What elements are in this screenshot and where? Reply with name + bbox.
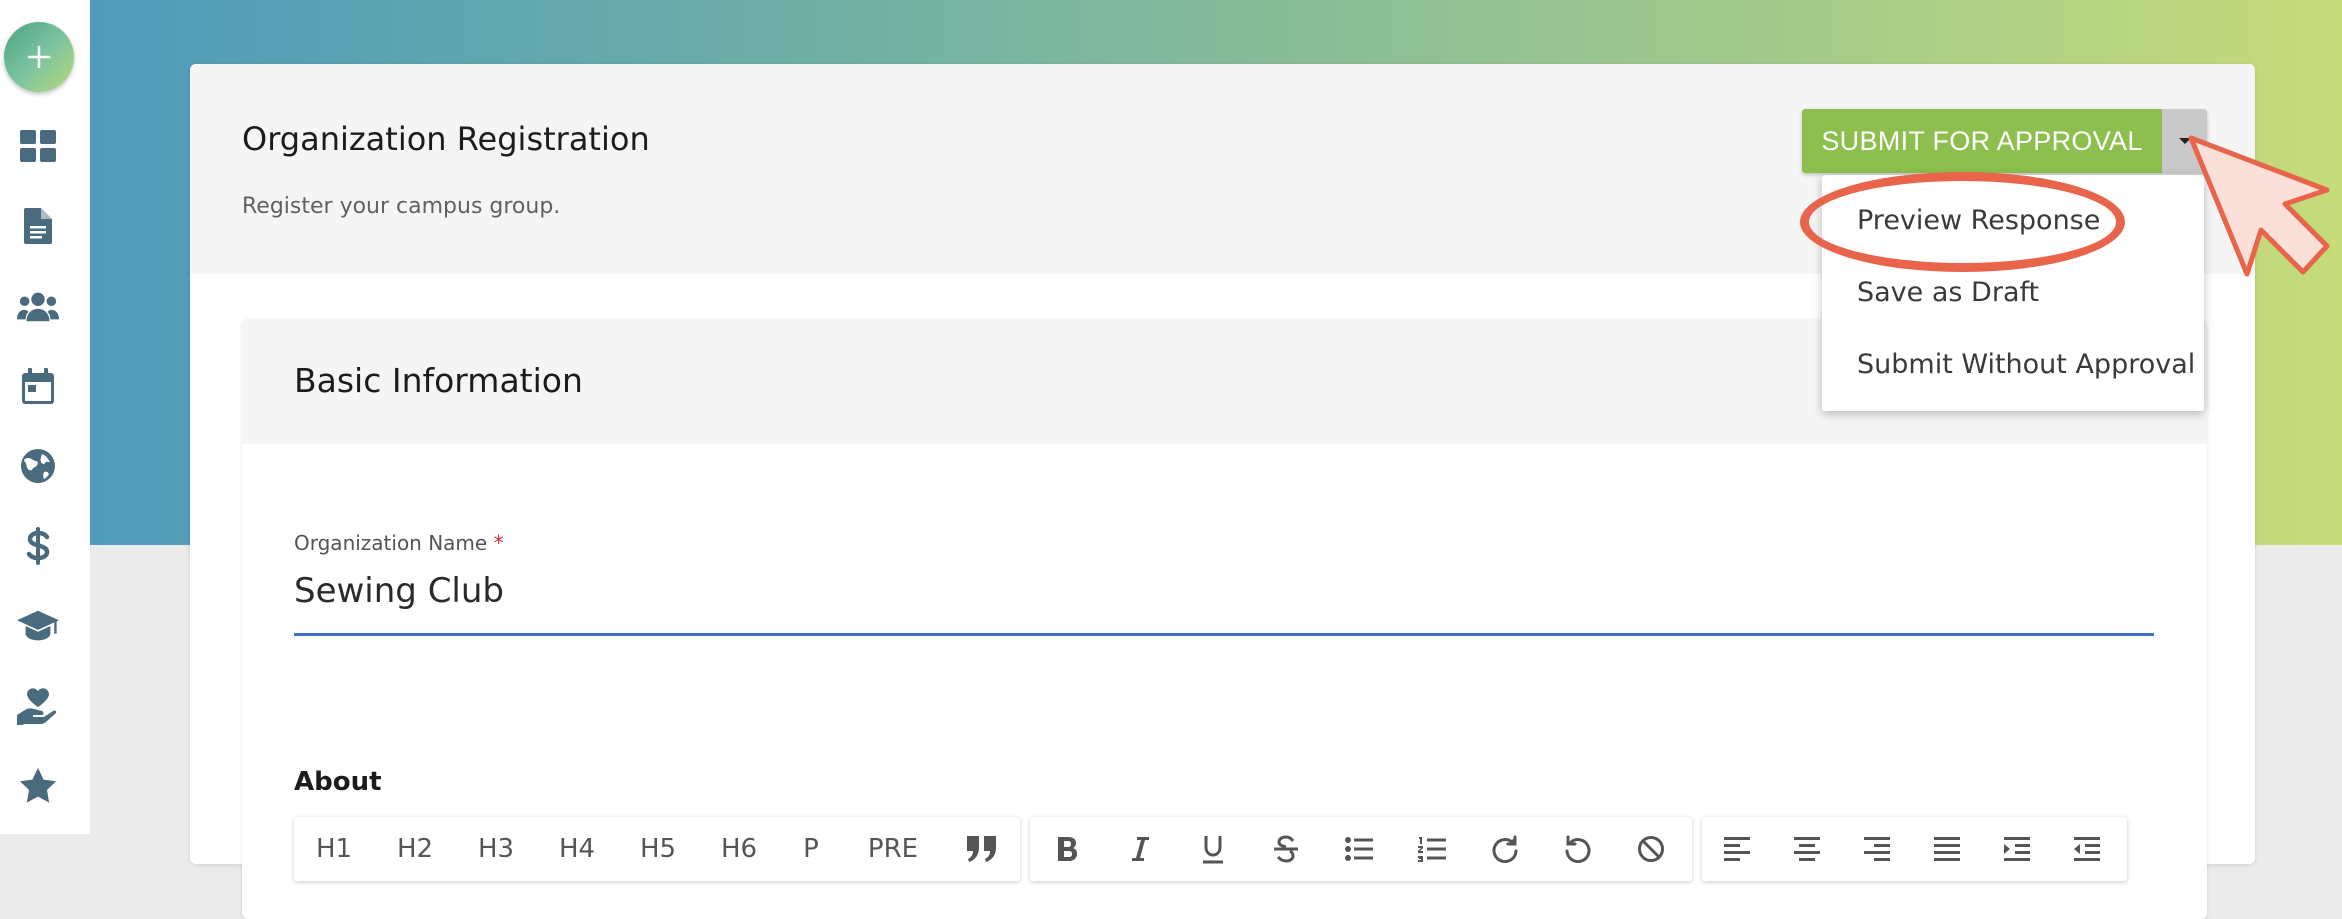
sidebar-item-dashboard[interactable] [17, 125, 59, 167]
page-subtitle: Register your campus group. [242, 194, 561, 219]
toolbar-p[interactable]: P [780, 817, 842, 881]
undo-icon [1565, 835, 1590, 863]
indent-icon [2004, 837, 2030, 861]
organization-name-input[interactable]: Sewing Club [294, 571, 504, 611]
toolbar-bullet-list-button[interactable] [1322, 817, 1395, 881]
bullet-list-icon [1344, 837, 1373, 861]
toolbar-align-center-button[interactable] [1772, 817, 1842, 881]
outdent-icon [2074, 837, 2100, 861]
toolbar-pre[interactable]: PRE [842, 817, 944, 881]
submit-options-menu: Preview Response Save as Draft Submit Wi… [1822, 175, 2204, 411]
toolbar-h4[interactable]: H4 [536, 817, 618, 881]
sidebar-item-finance[interactable] [17, 525, 59, 567]
toolbar-undo-button[interactable] [1541, 817, 1614, 881]
sidebar [0, 0, 90, 834]
dashboard-icon [20, 130, 56, 162]
toolbar-h1[interactable]: H1 [294, 817, 374, 881]
toolbar-underline-button[interactable] [1176, 817, 1249, 881]
toolbar-h6[interactable]: H6 [698, 817, 780, 881]
calendar-icon [22, 368, 54, 404]
submit-split-button: SUBMIT FOR APPROVAL [1802, 109, 2207, 173]
graduation-cap-icon [17, 610, 59, 641]
align-center-icon [1794, 837, 1820, 861]
clear-format-icon [1637, 836, 1664, 862]
editor-toolbar-inline-group [1030, 817, 1692, 881]
menu-item-preview-response[interactable]: Preview Response [1857, 205, 2100, 236]
align-right-icon [1864, 837, 1890, 861]
menu-item-submit-without-approval[interactable]: Submit Without Approval [1857, 349, 2195, 380]
submit-for-approval-button[interactable]: SUBMIT FOR APPROVAL [1802, 109, 2162, 173]
toolbar-numbered-list-button[interactable] [1395, 817, 1468, 881]
bold-icon [1057, 837, 1077, 861]
toolbar-align-right-button[interactable] [1842, 817, 1912, 881]
sidebar-item-groups[interactable] [17, 285, 59, 327]
section-title: Basic Information [294, 361, 583, 400]
underline-icon [1202, 836, 1223, 864]
blockquote-icon [967, 836, 996, 862]
toolbar-bold-button[interactable] [1030, 817, 1103, 881]
editor-toolbar-format-group: H1 H2 H3 H4 H5 H6 P PRE [294, 817, 1020, 881]
page-title: Organization Registration [242, 120, 650, 158]
toolbar-h5[interactable]: H5 [618, 817, 698, 881]
star-icon [20, 768, 56, 803]
pointer-arrow-annotation [2188, 135, 2330, 277]
align-left-icon [1724, 837, 1750, 861]
toolbar-strikethrough-button[interactable] [1249, 817, 1322, 881]
dollar-icon [26, 527, 50, 565]
toolbar-indent-button[interactable] [1982, 817, 2052, 881]
organization-name-label-text: Organization Name [294, 531, 488, 555]
menu-item-save-as-draft[interactable]: Save as Draft [1857, 277, 2039, 308]
toolbar-clear-format-button[interactable] [1614, 817, 1687, 881]
align-justify-icon [1934, 837, 1960, 861]
globe-icon [21, 449, 55, 483]
sidebar-item-global[interactable] [17, 445, 59, 487]
editor-toolbar-align-group [1702, 817, 2127, 881]
toolbar-align-justify-button[interactable] [1912, 817, 1982, 881]
toolbar-h2[interactable]: H2 [374, 817, 456, 881]
italic-icon [1131, 837, 1149, 861]
users-icon [17, 292, 59, 322]
document-icon [24, 208, 52, 244]
toolbar-italic-button[interactable] [1103, 817, 1176, 881]
sidebar-item-favorites[interactable] [17, 765, 59, 807]
hand-heart-icon [17, 688, 57, 725]
redo-icon [1492, 835, 1517, 863]
strikethrough-icon [1273, 835, 1298, 863]
sidebar-item-documents[interactable] [17, 205, 59, 247]
toolbar-h3[interactable]: H3 [456, 817, 536, 881]
organization-name-label: Organization Name * [294, 531, 504, 555]
add-button[interactable] [4, 22, 74, 92]
organization-name-underline [294, 633, 2154, 636]
sidebar-item-volunteering[interactable] [17, 685, 59, 727]
toolbar-outdent-button[interactable] [2052, 817, 2122, 881]
numbered-list-icon [1417, 837, 1446, 862]
sidebar-item-events[interactable] [17, 365, 59, 407]
toolbar-align-left-button[interactable] [1702, 817, 1772, 881]
required-mark: * [493, 531, 504, 555]
plus-icon [27, 45, 51, 69]
toolbar-blockquote-button[interactable] [944, 817, 1020, 881]
toolbar-redo-button[interactable] [1468, 817, 1541, 881]
sidebar-item-education[interactable] [17, 605, 59, 647]
about-label: About [294, 767, 382, 797]
